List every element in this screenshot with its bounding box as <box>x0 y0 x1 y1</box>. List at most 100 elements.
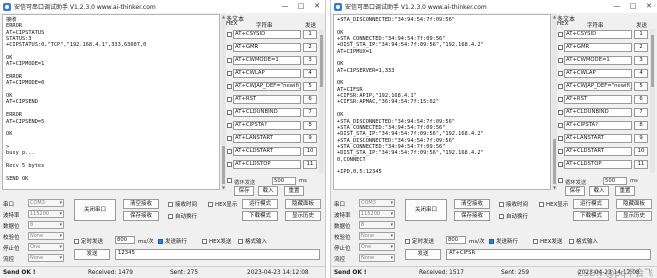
command-send-button[interactable]: 8 <box>634 121 648 130</box>
hex-checkbox[interactable] <box>227 110 232 115</box>
send-newline-option[interactable]: 发送新行 <box>489 237 518 245</box>
maximize-icon[interactable]: □ <box>625 0 641 13</box>
recv-time-option[interactable]: 接收时间 <box>499 200 528 208</box>
hex-checkbox[interactable] <box>558 84 563 89</box>
close-icon[interactable]: ✕ <box>641 0 657 13</box>
command-input[interactable]: AT+CLDSTOP <box>564 160 632 169</box>
baud-select[interactable]: 115200 <box>28 210 64 218</box>
hex-checkbox[interactable] <box>558 32 563 37</box>
command-input[interactable]: AT+GMR <box>564 43 632 52</box>
hex-checkbox[interactable] <box>558 71 563 76</box>
hex-checkbox[interactable] <box>227 136 232 141</box>
send-button[interactable]: 发送 <box>74 249 110 260</box>
send-newline-option[interactable]: 发送新行 <box>158 237 187 245</box>
timed-send-checkbox[interactable] <box>405 239 410 244</box>
reset-button[interactable]: 重置 <box>284 186 304 196</box>
command-input[interactable]: AT+CWJAP_DEF="newifi_ <box>564 82 632 91</box>
hex-send-option[interactable]: HEX发送 <box>202 237 231 245</box>
command-send-button[interactable]: 10 <box>303 147 317 156</box>
multi-text-scrollbar[interactable] <box>319 29 324 173</box>
command-input[interactable]: AT+RST <box>233 95 301 104</box>
timed-send-option[interactable]: 定时发送 <box>405 237 434 245</box>
loop-send-checkbox[interactable] <box>558 178 563 183</box>
run-mode-button[interactable]: 运行模式 <box>242 199 278 209</box>
command-input[interactable]: AT+LANSTART <box>233 134 301 143</box>
command-send-button[interactable]: 11 <box>634 160 648 169</box>
command-input[interactable]: AT+CLDSTOP <box>233 160 301 169</box>
command-send-button[interactable]: 6 <box>634 95 648 104</box>
scroll-thumb[interactable] <box>222 146 225 184</box>
format-input-checkbox[interactable] <box>569 239 574 244</box>
loop-interval-input[interactable]: 500 <box>603 177 627 185</box>
hex-checkbox[interactable] <box>558 110 563 115</box>
hex-checkbox[interactable] <box>227 97 232 102</box>
parity-select[interactable]: None <box>359 232 395 240</box>
flow-select[interactable]: None <box>28 254 64 262</box>
command-input[interactable]: AT+CSYSID <box>233 30 301 39</box>
send-newline-checkbox[interactable] <box>489 239 494 244</box>
receive-area[interactable]: 接收 ERROR AT+CIPSTATUS STATUS:3 +CIPSTATUS:0,… <box>2 14 220 190</box>
command-send-button[interactable]: 4 <box>303 69 317 78</box>
command-send-button[interactable]: 7 <box>634 108 648 117</box>
auto-wrap-option[interactable]: 自动换行 <box>499 212 528 220</box>
stopbits-select[interactable]: One <box>359 243 395 251</box>
download-mode-button[interactable]: 下载模式 <box>573 211 609 221</box>
hex-checkbox[interactable] <box>227 162 232 167</box>
command-input[interactable]: AT+LANSTART <box>564 134 632 143</box>
command-send-button[interactable]: 3 <box>303 56 317 65</box>
send-input[interactable]: AT+CIFSR <box>446 249 651 260</box>
command-input[interactable]: AT+CWMODE=1 <box>564 56 632 65</box>
close-icon[interactable]: ✕ <box>309 0 325 13</box>
command-input[interactable]: AT+CLDUNBIND <box>564 108 632 117</box>
command-send-button[interactable]: 2 <box>634 43 648 52</box>
baud-select[interactable]: 115200 <box>359 210 395 218</box>
hex-display-option[interactable]: HEX显示 <box>208 200 237 208</box>
timed-send-option[interactable]: 定时发送 <box>74 237 103 245</box>
load-button[interactable]: 载入 <box>258 186 278 196</box>
command-send-button[interactable]: 1 <box>303 30 317 39</box>
recv-time-option[interactable]: 接收时间 <box>168 200 197 208</box>
command-input[interactable]: AT+GMR <box>233 43 301 52</box>
command-input[interactable]: AT+CLDUNBIND <box>233 108 301 117</box>
recv-time-checkbox[interactable] <box>168 202 173 207</box>
databits-select[interactable]: 8 <box>28 221 64 229</box>
format-input-option[interactable]: 格式输入 <box>569 237 598 245</box>
flow-select[interactable]: None <box>359 254 395 262</box>
save-button[interactable]: 保存 <box>565 186 585 196</box>
auto-wrap-checkbox[interactable] <box>168 214 173 219</box>
save-receive-button[interactable]: 保存接收 <box>454 211 490 221</box>
command-send-button[interactable]: 9 <box>634 134 648 143</box>
format-input-option[interactable]: 格式输入 <box>238 237 267 245</box>
reset-button[interactable]: 重置 <box>615 186 635 196</box>
hex-checkbox[interactable] <box>227 71 232 76</box>
command-send-button[interactable]: 5 <box>303 82 317 91</box>
port-select[interactable]: COM3 <box>359 199 395 207</box>
hex-checkbox[interactable] <box>227 123 232 128</box>
hex-display-checkbox[interactable] <box>539 202 544 207</box>
hex-checkbox[interactable] <box>558 123 563 128</box>
clear-receive-button[interactable]: 清空接收 <box>454 199 490 209</box>
auto-wrap-option[interactable]: 自动换行 <box>168 212 197 220</box>
parity-select[interactable]: None <box>28 232 64 240</box>
auto-wrap-checkbox[interactable] <box>499 214 504 219</box>
hex-send-checkbox[interactable] <box>533 239 538 244</box>
command-send-button[interactable]: 10 <box>634 147 648 156</box>
command-send-button[interactable]: 5 <box>634 82 648 91</box>
hide-panel-button[interactable]: 隐藏面板 <box>285 199 321 209</box>
send-input[interactable]: 12345 <box>115 249 320 260</box>
command-input[interactable]: AT+CWLAP <box>233 69 301 78</box>
timer-interval-input[interactable]: 800 <box>446 236 466 244</box>
hex-checkbox[interactable] <box>558 45 563 50</box>
port-select[interactable]: COM3 <box>28 199 64 207</box>
command-send-button[interactable]: 7 <box>303 108 317 117</box>
hex-send-option[interactable]: HEX发送 <box>533 237 562 245</box>
command-input[interactable]: AT+CWLAP <box>564 69 632 78</box>
run-mode-button[interactable]: 运行模式 <box>573 199 609 209</box>
hex-display-checkbox[interactable] <box>208 202 213 207</box>
minimize-icon[interactable]: — <box>609 0 625 13</box>
hex-checkbox[interactable] <box>558 97 563 102</box>
timer-interval-input[interactable]: 800 <box>115 236 135 244</box>
command-input[interactable]: AT+CLDSTART <box>564 147 632 156</box>
send-button[interactable]: 发送 <box>405 249 441 260</box>
command-send-button[interactable]: 4 <box>634 69 648 78</box>
